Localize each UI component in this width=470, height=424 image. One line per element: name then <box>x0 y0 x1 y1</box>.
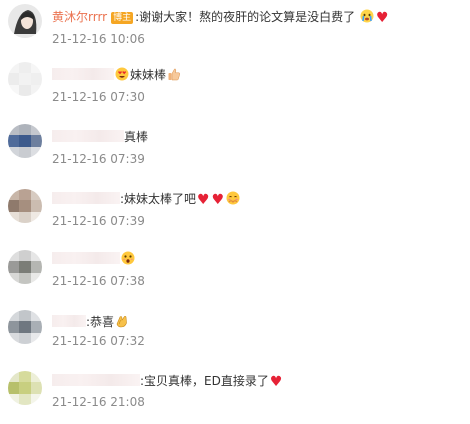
comment-time: 21-12-16 07:38 <box>52 274 145 288</box>
comment-text: :宝贝真棒，ED直接录了 <box>140 374 269 388</box>
clapping-hands-emoji <box>116 315 127 328</box>
avatar[interactable] <box>8 189 42 223</box>
avatar[interactable] <box>8 4 42 38</box>
comment-time: 21-12-16 07:30 <box>52 90 145 104</box>
comment-time: 21-12-16 21:08 <box>52 395 145 409</box>
avatar[interactable] <box>8 62 42 96</box>
comment-text: 妹妹棒 <box>130 68 167 82</box>
comment-time: 21-12-16 07:39 <box>52 152 145 166</box>
crying-face-emoji <box>360 9 374 23</box>
blurred-avatar <box>8 189 42 223</box>
red-heart-emoji: ♥ <box>211 192 225 208</box>
comment-item: :恭喜 21-12-16 07:32 <box>0 307 470 367</box>
comment-text: :妹妹太棒了吧 <box>120 192 197 206</box>
avatar[interactable] <box>8 124 42 158</box>
comment-item: :宝贝真棒，ED直接录了♥ 21-12-16 21:08 <box>0 364 470 424</box>
red-heart-emoji: ♥ <box>269 374 283 390</box>
blurred-username <box>52 192 120 204</box>
commenter-name[interactable]: 黄沐尔rrrr <box>52 10 107 24</box>
comment-time: 21-12-16 07:39 <box>52 214 145 228</box>
comment-item: 21-12-16 07:38 <box>0 244 470 304</box>
comment-item: 黄沐尔rrrr 博主:谢谢大家！熬的夜肝的论文算是没白费了 ♥ 21-12-16 … <box>0 2 470 62</box>
blurred-avatar <box>8 124 42 158</box>
blurred-username <box>52 68 114 80</box>
comment-item: 真棒 21-12-16 07:39 <box>0 121 470 181</box>
comment-time: 21-12-16 10:06 <box>52 32 145 46</box>
author-badge: 博主 <box>111 12 134 24</box>
blurred-avatar <box>8 310 42 344</box>
comment-item: :妹妹太棒了吧♥ ♥ 21-12-16 07:39 <box>0 182 470 242</box>
thumbs-up-emoji <box>168 68 181 81</box>
avatar[interactable] <box>8 250 42 284</box>
blurred-username <box>52 252 120 264</box>
blurred-avatar <box>8 62 42 96</box>
blurred-avatar <box>8 250 42 284</box>
blurred-username <box>52 130 124 142</box>
blurred-avatar <box>8 371 42 405</box>
blurred-username <box>52 315 86 327</box>
red-heart-emoji: ♥ <box>376 10 389 26</box>
blurred-username <box>52 374 140 386</box>
avatar[interactable] <box>8 371 42 405</box>
comment-text: 真棒 <box>124 130 149 144</box>
comment-time: 21-12-16 07:32 <box>52 334 145 348</box>
blushing-face-emoji <box>226 191 240 205</box>
comment-list: 黄沐尔rrrr 博主:谢谢大家！熬的夜肝的论文算是没白费了 ♥ 21-12-16 … <box>0 0 470 419</box>
avatar[interactable] <box>8 310 42 344</box>
comment-item: 妹妹棒 21-12-16 07:30 <box>0 59 470 119</box>
comment-text: :谢谢大家！熬的夜肝的论文算是没白费了 <box>135 10 356 24</box>
heart-eyes-emoji <box>115 67 129 81</box>
shocked-face-emoji <box>121 251 135 265</box>
comment-text: :恭喜 <box>86 315 115 329</box>
red-heart-emoji: ♥ <box>197 192 210 208</box>
